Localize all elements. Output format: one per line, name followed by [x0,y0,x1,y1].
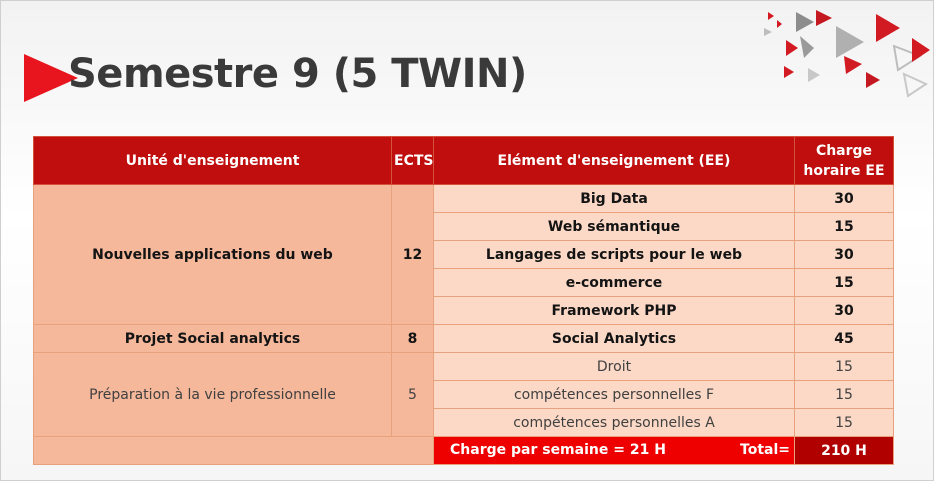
ee-cell: Big Data [433,184,795,213]
hours-cell: 15 [794,408,894,437]
ects-cell: 12 [391,184,434,325]
slide-title: Semestre 9 (5 TWIN) [68,51,527,97]
weekly-load-cell: Charge par semaine = 21 H Total= [433,436,795,465]
footer-empty-cell [33,436,434,465]
ee-cell: e-commerce [433,268,795,297]
header-charge: Charge horaire EE [794,136,894,185]
hours-cell: 15 [794,212,894,241]
total-value: 210 H [794,436,894,465]
table-row: Nouvelles applications du web 12 Big Dat… [33,184,894,325]
table-footer-row: Charge par semaine = 21 H Total= 210 H [33,436,894,465]
weekly-load-text: Charge par semaine = 21 H [450,442,666,458]
hours-cell: 15 [794,268,894,297]
ee-cell: Langages de scripts pour le web [433,240,795,269]
ee-cell: compétences personnelles A [433,408,795,437]
ee-cell: Droit [433,352,795,381]
hours-cell: 15 [794,352,894,381]
hours-cell: 45 [794,324,894,353]
total-label: Total= [740,442,790,458]
ee-cell: Web sémantique [433,212,795,241]
hours-cell: 30 [794,240,894,269]
header-ects: ECTS [391,136,434,185]
ue-cell: Nouvelles applications du web [33,184,392,325]
hours-cell: 30 [794,184,894,213]
ee-cell: Social Analytics [433,324,795,353]
table-row: Projet Social analytics 8 Social Analyti… [33,324,894,353]
hours-cell: 30 [794,296,894,325]
ects-cell: 5 [391,352,434,437]
ee-cell: Framework PHP [433,296,795,325]
ue-cell: Préparation à la vie professionnelle [33,352,392,437]
header-ee: Elément d'enseignement (EE) [433,136,795,185]
table-row: Préparation à la vie professionnelle 5 D… [33,352,894,437]
ee-cell: compétences personnelles F [433,380,795,409]
semester-table: Unité d'enseignement ECTS Elément d'ense… [33,136,894,465]
header-charge-line2: horaire EE [803,162,885,179]
table-header-row: Unité d'enseignement ECTS Elément d'ense… [33,136,894,185]
ects-cell: 8 [391,324,434,353]
header-ue: Unité d'enseignement [33,136,392,185]
hours-cell: 15 [794,380,894,409]
decorative-triangles-icon [764,10,930,98]
ue-cell: Projet Social analytics [33,324,392,353]
header-charge-line1: Charge [815,142,873,159]
